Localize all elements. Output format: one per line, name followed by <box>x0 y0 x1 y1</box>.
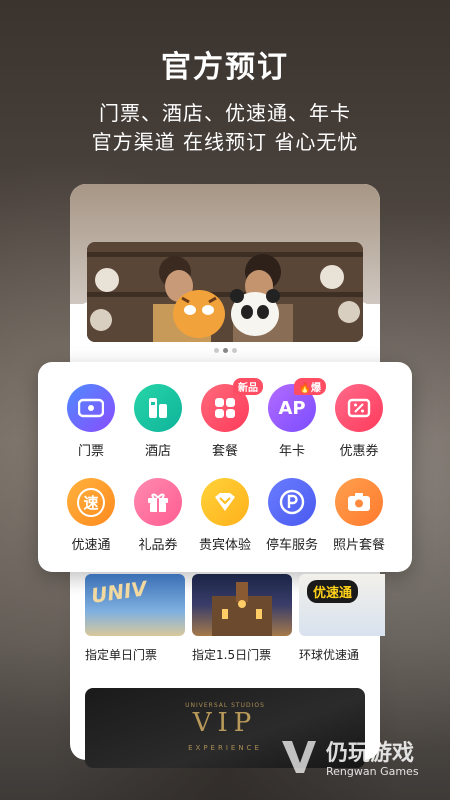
menu-item-photo[interactable]: 照片套餐 <box>324 478 394 553</box>
camera-icon <box>335 478 383 526</box>
express-glyph: 速 <box>77 487 105 517</box>
menu-item-label: 优速通 <box>71 538 111 553</box>
menu-item-express[interactable]: 速 优速通 <box>56 478 126 553</box>
menu-item-label: 礼品券 <box>138 538 178 553</box>
express-sign: 优速通 <box>307 580 359 603</box>
express-icon: 速 <box>67 478 115 526</box>
hotel-icon <box>134 384 182 432</box>
ticket-icon <box>67 384 115 432</box>
carousel-dot[interactable] <box>231 348 237 353</box>
menu-item-hotel[interactable]: 酒店 <box>123 384 193 459</box>
hero-banner[interactable] <box>87 242 363 342</box>
package-icon: 新品 <box>201 378 263 432</box>
page-title: 官方预订 <box>161 50 289 85</box>
banner-photo <box>87 242 363 342</box>
parking-icon <box>268 478 316 526</box>
card-label[interactable]: 指定单日门票 <box>85 646 157 663</box>
menu-item-package[interactable]: 新品 套餐 <box>190 378 263 459</box>
menu-item-vip[interactable]: 贵宾体验 <box>190 478 260 553</box>
service-menu: 门票 酒店 新品 套餐 AP 🔥爆 年卡 优惠券 速 优速通 礼品券 贵宾体验 … <box>38 362 412 572</box>
carousel-dot[interactable] <box>213 348 219 353</box>
menu-item-label: 照片套餐 <box>332 538 385 553</box>
gift-icon <box>134 478 182 526</box>
card-image-1-5-day[interactable] <box>192 574 292 636</box>
watermark-title: 仍玩游戏 <box>326 741 415 766</box>
menu-item-tickets[interactable]: 门票 <box>56 384 126 459</box>
menu-item-label: 优惠券 <box>339 444 379 459</box>
hot-badge: 🔥爆 <box>293 378 326 395</box>
subtitle-line-1: 门票、酒店、优速通、年卡 <box>99 101 351 125</box>
coupon-icon <box>335 384 383 432</box>
menu-item-parking[interactable]: 停车服务 <box>257 478 327 553</box>
card-label[interactable]: 指定1.5日门票 <box>192 646 271 663</box>
vip-banner[interactable]: UNIVERSAL STUDIOS VIP EXPERIENCE <box>85 688 365 768</box>
ap-glyph: AP <box>278 397 306 419</box>
globe-text: UNIV <box>89 576 149 608</box>
hot-badge-text: 爆 <box>311 383 321 394</box>
card-image-single-day[interactable]: UNIV <box>85 574 185 636</box>
card-label[interactable]: 环球优速通 <box>299 646 359 663</box>
castle-graphic <box>212 582 272 636</box>
menu-item-label: 套餐 <box>211 444 238 459</box>
menu-item-gift[interactable]: 礼品券 <box>123 478 193 553</box>
card-image-express[interactable]: 优速通 <box>299 574 385 636</box>
annual-pass-icon: AP 🔥爆 <box>268 378 326 432</box>
menu-item-annual-pass[interactable]: AP 🔥爆 年卡 <box>257 378 327 459</box>
menu-item-label: 贵宾体验 <box>198 538 251 553</box>
carousel-dot-active[interactable] <box>222 348 228 353</box>
menu-item-label: 停车服务 <box>265 538 318 553</box>
menu-item-label: 门票 <box>77 444 104 459</box>
vip-subtext: EXPERIENCE <box>188 744 262 752</box>
menu-item-label: 年卡 <box>278 444 305 459</box>
menu-item-coupon[interactable]: 优惠券 <box>324 384 394 459</box>
subtitle-line-2: 官方渠道 在线预订 省心无忧 <box>91 130 359 154</box>
vip-text: VIP <box>192 708 258 738</box>
menu-item-label: 酒店 <box>144 444 171 459</box>
watermark-logo-icon <box>282 741 316 773</box>
vip-icon <box>201 478 249 526</box>
watermark-subtitle: Rengwan Games <box>326 765 419 778</box>
carousel-dots[interactable] <box>70 348 380 353</box>
